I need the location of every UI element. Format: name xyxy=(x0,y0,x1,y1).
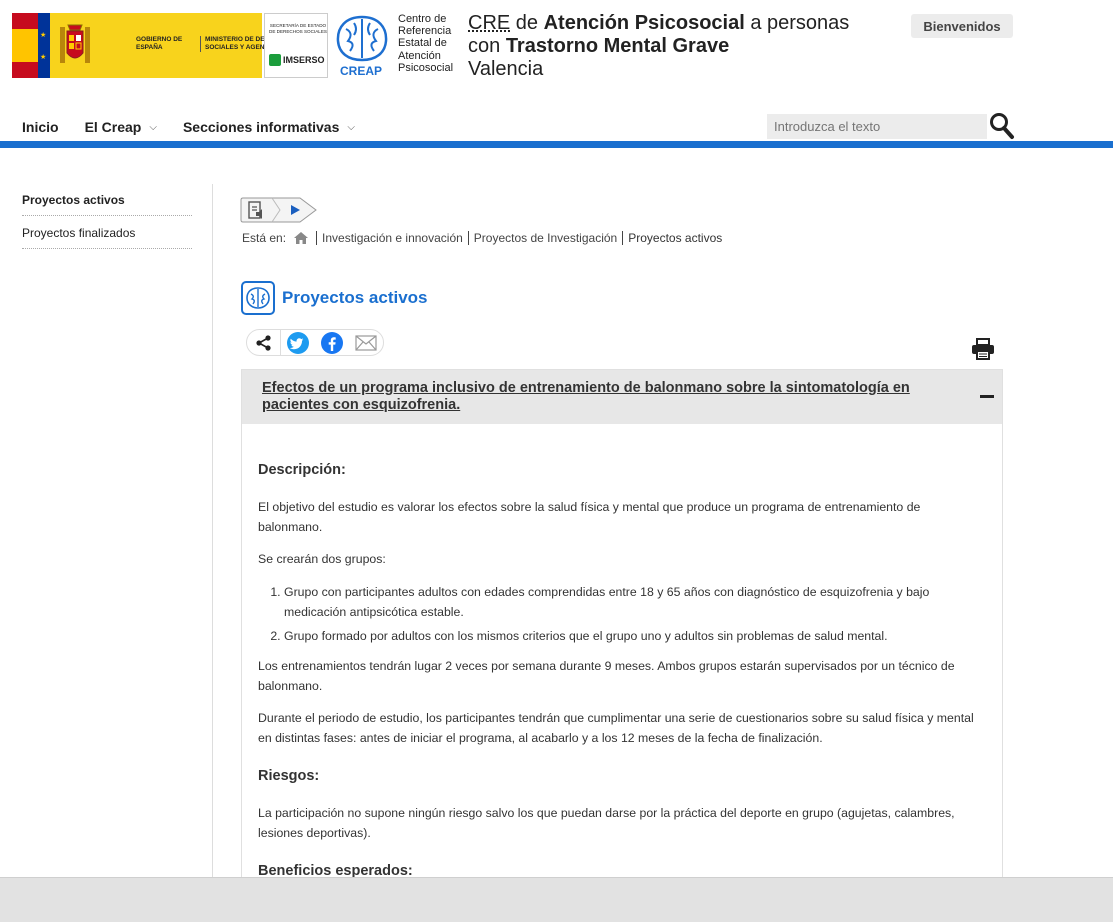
share-bar xyxy=(246,329,384,356)
breadcrumb-prefix: Está en: xyxy=(242,231,287,245)
sidebar-divider xyxy=(212,184,213,878)
creap-fullname: Centro de Referencia Estatal de Atención… xyxy=(398,13,454,74)
share-button[interactable] xyxy=(247,330,281,355)
breadcrumb: Está en: Investigación e innovación Proy… xyxy=(242,231,727,245)
paragraph: Los entrenamientos tendrán lugar 2 veces… xyxy=(258,659,955,693)
secretaria-label: SECRETARÍA DE ESTADO DE DERECHOS SOCIALE… xyxy=(269,23,327,34)
paragraph: La participación no supone ningún riesgo… xyxy=(258,806,955,840)
paragraph: Durante el periodo de estudio, los parti… xyxy=(258,711,974,745)
search-input[interactable] xyxy=(767,114,987,139)
twitter-share-button[interactable] xyxy=(281,330,315,355)
brain-icon xyxy=(241,281,275,315)
home-icon[interactable] xyxy=(293,231,309,245)
spain-flag xyxy=(12,13,38,78)
chevron-down-icon: ⌵ xyxy=(149,121,157,133)
welcome-button[interactable]: Bienvenidos xyxy=(911,14,1013,38)
mail-icon xyxy=(355,334,377,351)
breadcrumb-item[interactable]: Proyectos de Investigación xyxy=(467,231,622,245)
breadcrumb-current: Proyectos activos xyxy=(622,231,727,245)
description-heading: Descripción: xyxy=(258,462,346,478)
nav-item-secciones[interactable]: Secciones informativas ⌵ xyxy=(183,119,355,135)
project-title-link[interactable]: Efectos de un programa inclusivo de entr… xyxy=(262,380,962,414)
groups-list: Grupo con participantes adultos con edad… xyxy=(258,582,986,646)
sidebar-item-proyectos-finalizados[interactable]: Proyectos finalizados xyxy=(22,216,192,249)
paragraph: El objetivo del estudio es valorar los e… xyxy=(258,500,921,534)
nav-item-el-creap[interactable]: El Creap ⌵ xyxy=(85,119,157,135)
bottom-bar xyxy=(0,877,1113,922)
chevron-down-icon: ⌵ xyxy=(347,121,355,133)
page-heading: Proyectos activos xyxy=(241,281,428,315)
facebook-icon xyxy=(321,331,343,354)
main-nav: Inicio El Creap ⌵ Secciones informativas ⌵ xyxy=(22,119,381,135)
imserso-logo[interactable]: SECRETARÍA DE ESTADO DE DERECHOS SOCIALE… xyxy=(264,13,328,78)
collapse-icon[interactable] xyxy=(980,395,994,398)
sidebar-item-proyectos-activos[interactable]: Proyectos activos xyxy=(22,183,192,216)
imserso-label: IMSERSO xyxy=(283,55,325,65)
eu-flag: ★ ★ xyxy=(38,13,50,78)
nav-item-inicio[interactable]: Inicio xyxy=(22,119,59,135)
creap-label: CREAP xyxy=(340,64,383,78)
audio-player[interactable] xyxy=(240,197,318,223)
sidebar: Proyectos activos Proyectos finalizados xyxy=(22,183,192,249)
print-icon[interactable] xyxy=(971,338,995,360)
nav-underline xyxy=(0,141,1113,148)
accordion-body: Descripción: El objetivo del estudio es … xyxy=(242,424,1002,881)
accordion-header[interactable]: Efectos de un programa inclusivo de entr… xyxy=(242,370,1002,424)
breadcrumb-item[interactable]: Investigación e innovación xyxy=(316,231,468,245)
facebook-share-button[interactable] xyxy=(315,330,349,355)
coat-of-arms-icon xyxy=(60,24,90,63)
list-item: Grupo con participantes adultos con edad… xyxy=(284,582,986,622)
twitter-icon xyxy=(287,331,309,354)
gov-label: GOBIERNO DE ESPAÑA xyxy=(136,36,183,51)
page-title: Proyectos activos xyxy=(282,288,428,307)
email-share-button[interactable] xyxy=(349,330,383,355)
search-icon[interactable] xyxy=(989,112,1015,140)
project-accordion: Efectos de un programa inclusivo de entr… xyxy=(241,369,1003,879)
list-item: Grupo formado por adultos con los mismos… xyxy=(284,626,986,646)
government-logo[interactable]: ★ ★ GOBIERNO DE ESPAÑA MINISTERIO DE DERE… xyxy=(12,13,292,78)
paragraph: Se crearán dos grupos: xyxy=(258,552,386,566)
share-icon xyxy=(255,334,271,351)
risks-heading: Riesgos: xyxy=(258,768,320,784)
imserso-icon xyxy=(269,54,281,66)
site-title[interactable]: CRE de Atención Psicosocial a personas c… xyxy=(468,12,849,81)
site-header: ★ ★ GOBIERNO DE ESPAÑA MINISTERIO DE DERE… xyxy=(0,0,1113,148)
